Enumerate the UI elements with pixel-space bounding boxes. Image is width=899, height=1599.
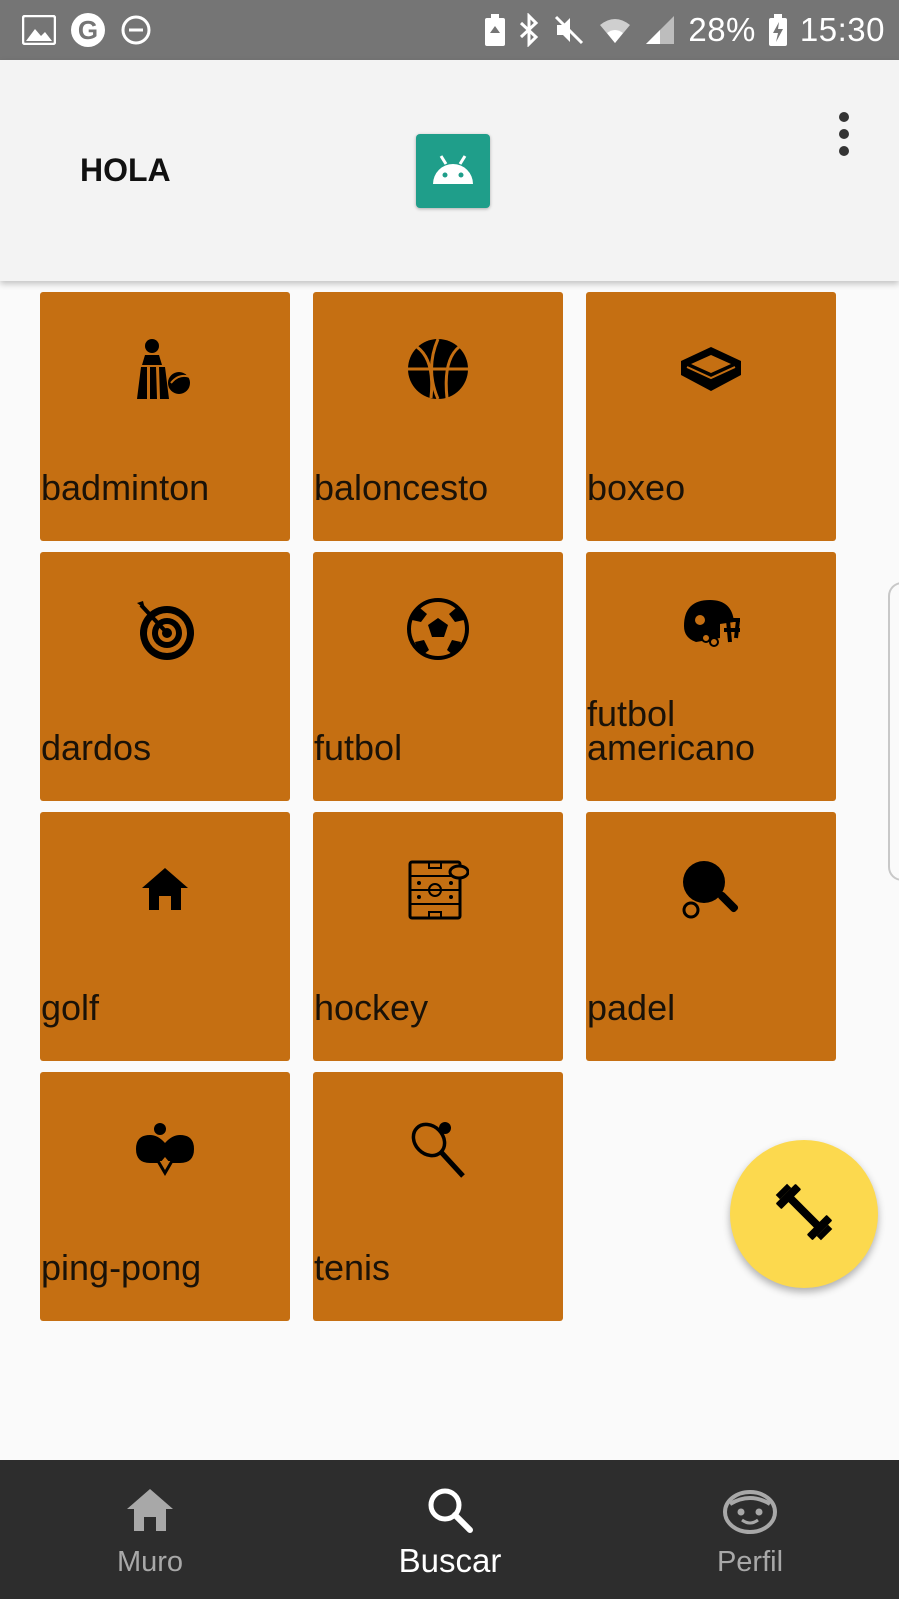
sport-label: golf: [41, 987, 100, 1028]
clock: 15:30: [799, 11, 885, 48]
sport-tile-futbol[interactable]: futbol: [313, 552, 563, 801]
sport-label: boxeo: [587, 467, 686, 508]
face-icon: [600, 1482, 899, 1538]
svg-text:G: G: [78, 15, 98, 45]
sport-tile-tenis[interactable]: tenis: [313, 1072, 563, 1321]
sport-label: padel: [587, 987, 676, 1028]
home-icon: [0, 1482, 300, 1538]
basketball-icon: [313, 334, 563, 404]
sport-label: badminton: [41, 467, 210, 508]
shuttlecock-icon: [40, 334, 290, 404]
sport-label: baloncesto: [314, 467, 489, 508]
mute-icon: [552, 13, 586, 47]
dumbbell-icon: [772, 1180, 836, 1249]
sport-label: ping-pong: [41, 1247, 202, 1288]
sport-label: futbol americano: [587, 693, 756, 768]
home-icon: [40, 854, 290, 924]
ping-pong-icon: [40, 1114, 290, 1184]
tennis-racket-icon: [313, 1114, 563, 1184]
signal-icon: [644, 14, 676, 46]
more-vert-icon[interactable]: [824, 106, 864, 162]
nav-item-perfil[interactable]: Perfil: [600, 1460, 899, 1599]
bluetooth-icon: [518, 13, 540, 47]
app-bar: HOLA: [0, 60, 899, 281]
battery-percentage: 28%: [688, 11, 756, 48]
sport-label: dardos: [41, 727, 152, 768]
dartboard-icon: [40, 594, 290, 664]
nav-item-muro[interactable]: Muro: [0, 1460, 300, 1599]
hockey-rink-icon: [313, 854, 563, 924]
nav-label: Muro: [116, 1546, 184, 1578]
bottom-navigation: Muro Buscar Perfil: [0, 1460, 899, 1599]
nav-label: Buscar: [398, 1542, 502, 1579]
nav-label: Perfil: [716, 1546, 784, 1578]
search-icon: [300, 1482, 600, 1538]
android-icon: [416, 134, 490, 208]
soccer-ball-icon: [313, 594, 563, 664]
sport-tile-golf[interactable]: golf: [40, 812, 290, 1061]
status-bar: G 28% 15:30: [0, 0, 899, 60]
sport-tile-dardos[interactable]: dardos: [40, 552, 290, 801]
sport-tile-boxeo[interactable]: boxeo: [586, 292, 836, 541]
sport-tile-baloncesto[interactable]: baloncesto: [313, 292, 563, 541]
sport-label: futbol: [314, 727, 403, 768]
battery-saver-icon: [484, 13, 506, 47]
boxing-ring-icon: [586, 334, 836, 404]
sport-tile-hockey[interactable]: hockey: [313, 812, 563, 1061]
do-not-disturb-icon: [120, 14, 152, 46]
sport-label: hockey: [314, 987, 429, 1028]
google-icon: G: [70, 12, 106, 48]
dumbbell-fab-button[interactable]: [730, 1140, 878, 1288]
image-icon: [22, 15, 56, 45]
battery-charging-icon: [768, 13, 788, 47]
sport-tile-badminton[interactable]: badminton: [40, 292, 290, 541]
app-title: HOLA: [80, 152, 171, 188]
sport-tile-futbol-americano[interactable]: futbol americano: [586, 552, 836, 801]
wifi-icon: [598, 15, 632, 45]
sport-tile-padel[interactable]: padel: [586, 812, 836, 1061]
sport-label: tenis: [314, 1247, 391, 1288]
padel-racket-icon: [586, 854, 836, 924]
football-helmet-icon: [586, 588, 836, 658]
sport-tile-ping-pong[interactable]: ping-pong: [40, 1072, 290, 1321]
edge-panel-handle[interactable]: [888, 582, 899, 881]
nav-item-buscar[interactable]: Buscar: [300, 1460, 600, 1599]
